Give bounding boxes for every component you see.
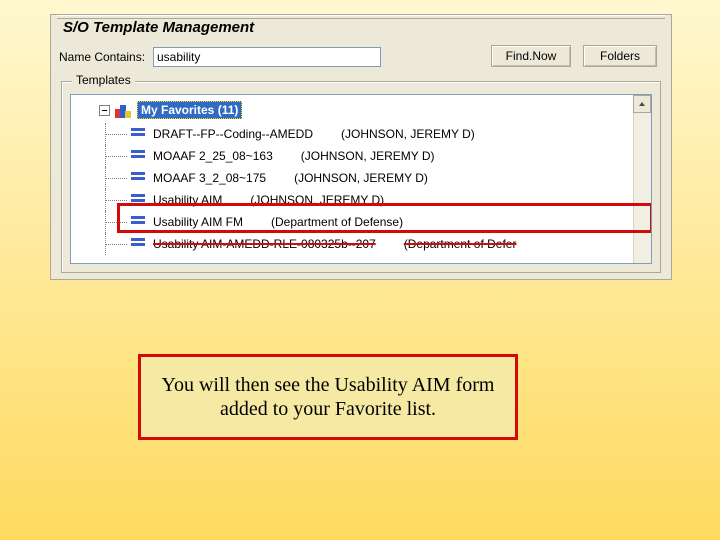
tree-item-text: Usability AIM FM(Department of Defense) bbox=[153, 211, 403, 233]
filter-label: Name Contains: bbox=[59, 50, 145, 64]
tree-item-text: Usability AIM(JOHNSON, JEREMY D) bbox=[153, 189, 384, 211]
instruction-callout: You will then see the Usability AIM form… bbox=[138, 354, 518, 440]
tree-item[interactable]: DRAFT--FP--Coding--AMEDD(JOHNSON, JEREMY… bbox=[71, 123, 633, 145]
tree-item[interactable]: MOAAF 2_25_08~163(JOHNSON, JEREMY D) bbox=[71, 145, 633, 167]
name-contains-input[interactable] bbox=[153, 47, 381, 67]
tree-item-text: MOAAF 3_2_08~175(JOHNSON, JEREMY D) bbox=[153, 167, 428, 189]
tree-item[interactable]: Usability AIM(JOHNSON, JEREMY D) bbox=[71, 189, 633, 211]
tree-item[interactable]: MOAAF 3_2_08~175(JOHNSON, JEREMY D) bbox=[71, 167, 633, 189]
template-icon bbox=[131, 194, 145, 206]
template-icon bbox=[131, 128, 145, 140]
find-now-button[interactable]: Find.Now bbox=[491, 45, 571, 67]
scrollbar-track[interactable] bbox=[633, 113, 651, 263]
template-icon bbox=[131, 216, 145, 228]
tree-item[interactable]: Usability AIM-AMEDD-RLE-080325b--207(Dep… bbox=[71, 233, 633, 255]
tree-root-label: My Favorites (11) bbox=[137, 101, 242, 119]
template-icon bbox=[131, 172, 145, 184]
tree-item-text: Usability AIM-AMEDD-RLE-080325b--207(Dep… bbox=[153, 233, 516, 255]
template-icon bbox=[131, 238, 145, 250]
templates-legend: Templates bbox=[72, 73, 135, 87]
window-title: S/O Template Management bbox=[63, 19, 254, 36]
tree-root[interactable]: My Favorites (11) bbox=[71, 99, 633, 123]
template-management-window: S/O Template Management Name Contains: F… bbox=[50, 14, 672, 280]
tree-panel: My Favorites (11) DRAFT--FP--Coding--AME… bbox=[70, 94, 652, 264]
tree: My Favorites (11) DRAFT--FP--Coding--AME… bbox=[71, 95, 633, 263]
template-icon bbox=[131, 150, 145, 162]
collapse-icon[interactable] bbox=[99, 105, 110, 116]
tree-item-text: DRAFT--FP--Coding--AMEDD(JOHNSON, JEREMY… bbox=[153, 123, 475, 145]
tree-item-text: MOAAF 2_25_08~163(JOHNSON, JEREMY D) bbox=[153, 145, 435, 167]
scroll-up-button[interactable] bbox=[633, 95, 651, 113]
tree-item[interactable]: Usability AIM FM(Department of Defense) bbox=[71, 211, 633, 233]
folders-button[interactable]: Folders bbox=[583, 45, 657, 67]
filter-row: Name Contains: Find.Now Folders bbox=[59, 45, 663, 71]
templates-group: Templates My Favorites (11) bbox=[61, 81, 661, 273]
instruction-text: You will then see the Usability AIM form… bbox=[161, 373, 495, 421]
favorites-icon bbox=[115, 102, 131, 118]
